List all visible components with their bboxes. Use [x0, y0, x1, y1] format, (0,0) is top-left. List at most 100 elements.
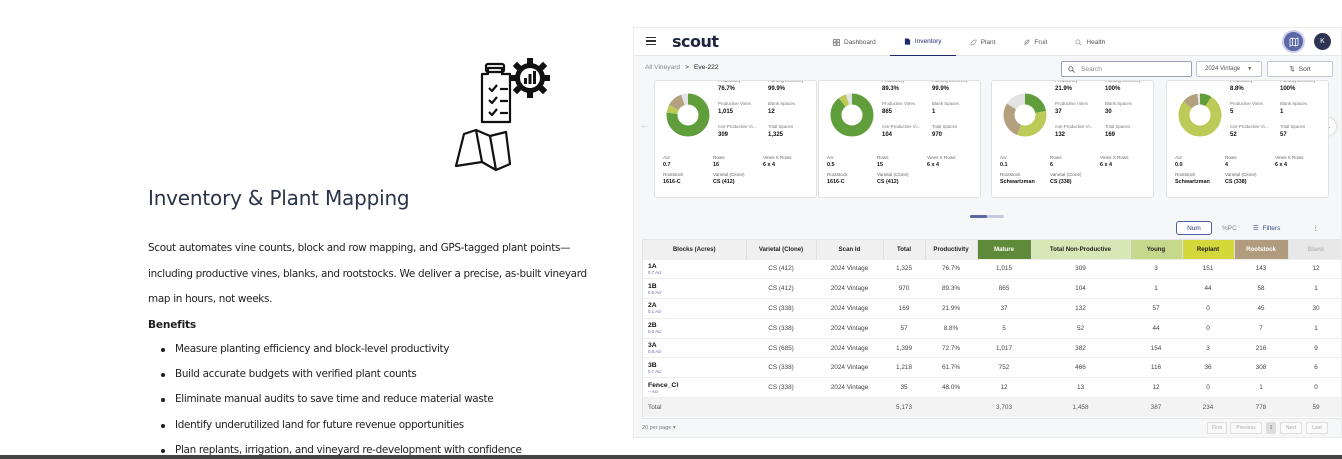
- column-header[interactable]: Blocks (Acres): [643, 240, 747, 259]
- stat-label: Planting Efficiency: [768, 80, 804, 83]
- card-footer-field: Varietal (Clone) CS (412): [877, 172, 925, 185]
- filters-button[interactable]: ☰ Filters: [1252, 224, 1281, 233]
- current-page[interactable]: 1: [1266, 422, 1276, 434]
- main-nav: Dashboard Inventory Plant Fruit Health: [819, 28, 1119, 56]
- nav-fruit[interactable]: Fruit: [1009, 28, 1061, 56]
- block-cell[interactable]: 2B 0.0 Acr: [643, 317, 746, 339]
- column-header[interactable]: Productivity: [925, 240, 978, 259]
- card-footer-field: Vines X Rows 6 x 4: [763, 155, 811, 168]
- total-cell: 5,173: [883, 397, 925, 418]
- total-cell: Total: [643, 397, 746, 418]
- sort-button[interactable]: ⇅ Sort: [1267, 61, 1333, 77]
- column-header[interactable]: Replant: [1182, 240, 1235, 259]
- stat-label: Total Spaces: [1105, 124, 1131, 129]
- table-cell: 2024 Vintage: [816, 298, 883, 319]
- column-header[interactable]: Scan Id: [816, 240, 884, 259]
- table-cell: 58: [1234, 278, 1288, 299]
- card-stat: non-Productive Vi... 132: [1055, 124, 1110, 138]
- filter-icon: ☰: [1252, 225, 1259, 232]
- more-options-icon[interactable]: ⋮: [1312, 224, 1319, 232]
- table-row[interactable]: 3A 0.8 Acr CS (685) 2024 Vintage 1,399 72.7% 1…: [643, 337, 1341, 358]
- table-cell: 7: [1234, 317, 1288, 339]
- block-cell[interactable]: 3A 0.8 Acr: [643, 337, 746, 358]
- table-cell: 169: [883, 298, 925, 319]
- block-cell[interactable]: 2A 0.1 Acr: [643, 298, 746, 319]
- num-toggle[interactable]: Num: [1176, 221, 1212, 235]
- card-stat: Blank Spaces 1: [1280, 101, 1328, 115]
- table-row[interactable]: 1B 0.5 Acr CS (412) 2024 Vintage 970 89.3% 865…: [643, 278, 1341, 299]
- table-cell: 154: [1130, 337, 1182, 358]
- block-acres: 0.1 Acr: [648, 309, 662, 315]
- search-input[interactable]: Search: [1061, 61, 1192, 77]
- column-header[interactable]: Total Non-Productive: [1031, 240, 1131, 259]
- table-row[interactable]: Fence_Cl -- Acr CS (338) 2024 Vintage 35 48.0…: [643, 377, 1341, 398]
- table-cell: 3: [1130, 258, 1182, 279]
- card-stat: Blank Spaces 30: [1105, 101, 1153, 115]
- block-summary-card[interactable]: Productivity 89.3% Planting Efficiency 99.9…: [818, 80, 981, 198]
- search-icon: [1075, 38, 1083, 46]
- nav-dashboard[interactable]: Dashboard: [819, 28, 890, 56]
- block-cell[interactable]: 3B 0.7 Acr: [643, 357, 746, 378]
- block-cell[interactable]: Fence_Cl -- Acr: [643, 377, 746, 398]
- nav-inventory[interactable]: Inventory: [889, 28, 956, 56]
- column-header[interactable]: Young: [1130, 240, 1183, 259]
- block-cell[interactable]: 1A 0.7 Acr: [643, 258, 746, 279]
- next-page-button[interactable]: Next: [1280, 422, 1302, 434]
- dashboard-icon: [833, 38, 840, 46]
- table-cell: 89.3%: [925, 278, 977, 299]
- block-acres: 0.5 Acr: [648, 289, 662, 295]
- block-name: 2B: [648, 322, 657, 330]
- table-row[interactable]: 2A 0.1 Acr CS (338) 2024 Vintage 169 21.9% 37 1…: [643, 298, 1341, 319]
- field-value: 4: [1225, 162, 1228, 168]
- column-header[interactable]: Blank: [1288, 240, 1341, 259]
- breadcrumb-root[interactable]: All Vineyard: [645, 64, 680, 71]
- stat-value: 57: [1280, 132, 1287, 138]
- table-header-row: Blocks (Acres) Varietal (Clone) Scan Id Tot…: [643, 240, 1341, 259]
- block-acres: 0.0 Acr: [648, 329, 662, 335]
- column-header[interactable]: Varietal (Clone): [746, 240, 817, 259]
- stat-label: Planting Efficiency: [932, 80, 968, 83]
- table-row[interactable]: 2B 0.0 Acr CS (338) 2024 Vintage 57 8.8% 5 52 44…: [643, 317, 1341, 339]
- carousel-prev-icon[interactable]: ←: [640, 120, 649, 130]
- per-page-select[interactable]: 20 per page ▾: [642, 425, 676, 431]
- table-cell: 52: [1031, 317, 1130, 339]
- table-cell: 1: [1130, 278, 1182, 299]
- table-cell: 970: [883, 278, 925, 299]
- percent-toggle[interactable]: %PC: [1222, 225, 1237, 232]
- field-label: Rootstock: [663, 172, 684, 177]
- card-footer-field: Rows 16: [713, 155, 761, 168]
- block-summary-card[interactable]: Productivity 8.8% Planting Efficiency 100% P…: [1166, 80, 1329, 198]
- nav-plant[interactable]: Plant: [956, 28, 1010, 56]
- field-label: Acr: [827, 155, 834, 160]
- block-summary-card[interactable]: Productivity 76.7% Planting Efficiency 99.9…: [654, 80, 817, 198]
- stat-label: Total Spaces: [932, 124, 958, 129]
- previous-page-button[interactable]: Previous: [1230, 422, 1262, 434]
- table-row[interactable]: 3B 0.7 Acr CS (338) 2024 Vintage 1,218 61.7% 7…: [643, 357, 1341, 378]
- stat-value: 104: [882, 132, 893, 138]
- table-cell: 61.7%: [925, 357, 977, 378]
- block-cell[interactable]: 1B 0.5 Acr: [643, 278, 746, 299]
- menu-icon[interactable]: [646, 37, 656, 45]
- table-cell: 309: [1031, 258, 1130, 279]
- feature-description: Inventory & Plant Mapping Scout automate…: [148, 186, 588, 459]
- user-avatar[interactable]: K: [1314, 33, 1331, 50]
- map-toggle-button[interactable]: [1282, 30, 1305, 53]
- block-summary-card[interactable]: Productivity 21.9% Planting Efficiency 100%…: [991, 80, 1154, 198]
- column-header[interactable]: Mature: [977, 240, 1032, 259]
- nav-health[interactable]: Health: [1061, 28, 1119, 56]
- first-page-button[interactable]: First: [1207, 422, 1227, 434]
- stat-value: 5: [1230, 109, 1234, 115]
- stat-value: 52: [1230, 132, 1237, 138]
- last-page-button[interactable]: Last: [1306, 422, 1328, 434]
- column-header[interactable]: Total: [883, 240, 926, 259]
- table-cell: 35: [883, 377, 925, 398]
- section-title: Inventory & Plant Mapping: [148, 186, 410, 210]
- scout-logo[interactable]: scout: [672, 32, 719, 51]
- column-header[interactable]: Rootstock: [1234, 240, 1289, 259]
- vintage-select[interactable]: 2024 Vintage ▼: [1196, 61, 1262, 77]
- table-row[interactable]: 1A 0.7 Acr CS (412) 2024 Vintage 1,325 76.7% 1…: [643, 258, 1341, 279]
- stat-label: Productivity: [1230, 80, 1253, 83]
- benefit-item: Identify underutilized land for future r…: [160, 413, 588, 438]
- table-cell: 37: [977, 298, 1031, 319]
- carousel-indicator[interactable]: [970, 215, 1004, 218]
